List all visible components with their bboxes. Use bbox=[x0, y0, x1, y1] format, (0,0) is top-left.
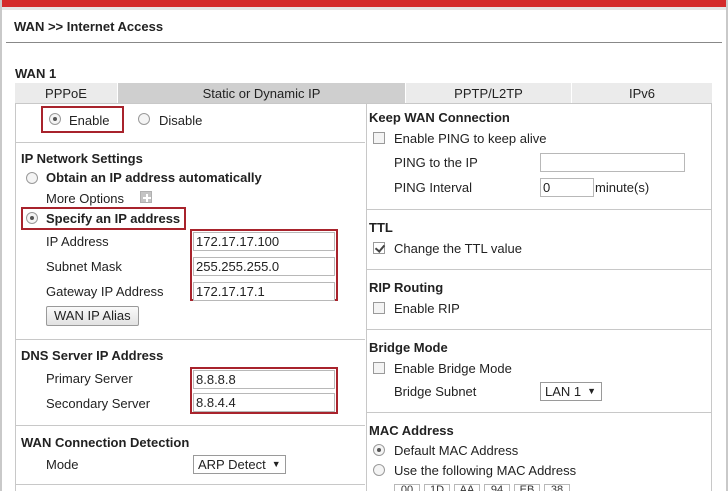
subnet-mask-input[interactable]: 255.255.255.0 bbox=[193, 257, 335, 276]
mode-label: Mode bbox=[46, 457, 79, 472]
ping-ip-input[interactable] bbox=[540, 153, 685, 172]
section-divider bbox=[367, 209, 711, 210]
section-divider bbox=[367, 329, 711, 330]
mac-title: MAC Address bbox=[369, 423, 454, 438]
section-divider bbox=[16, 425, 365, 426]
enable-radio[interactable] bbox=[49, 113, 61, 125]
tab-pppoe[interactable]: PPPoE bbox=[15, 83, 118, 103]
mac-byte-input[interactable]: 00 bbox=[394, 484, 420, 491]
ip-settings-title: IP Network Settings bbox=[21, 151, 143, 166]
tab-pptp-l2tp[interactable]: PPTP/L2TP bbox=[406, 83, 572, 103]
mac-default-radio[interactable] bbox=[373, 444, 385, 456]
subnet-mask-label: Subnet Mask bbox=[46, 259, 122, 274]
breadcrumb: WAN >> Internet Access bbox=[14, 19, 164, 34]
primary-server-input[interactable]: 8.8.8.8 bbox=[193, 370, 335, 389]
rip-label: Enable RIP bbox=[394, 301, 460, 316]
bridge-subnet-value: LAN 1 bbox=[545, 384, 582, 399]
wan-tab-bar: PPPoE Static or Dynamic IP PPTP/L2TP IPv… bbox=[15, 83, 712, 103]
ip-address-input[interactable]: 172.17.17.100 bbox=[193, 232, 335, 251]
keep-wan-title: Keep WAN Connection bbox=[369, 110, 510, 125]
ping-interval-unit: minute(s) bbox=[595, 180, 650, 195]
chevron-down-icon: ▼ bbox=[271, 459, 281, 469]
ping-ip-label: PING to the IP bbox=[394, 155, 478, 170]
bridge-enable-label: Enable Bridge Mode bbox=[394, 361, 512, 376]
column-divider bbox=[366, 103, 367, 491]
section-divider bbox=[16, 484, 365, 485]
disable-label: Disable bbox=[159, 113, 203, 128]
bridge-title: Bridge Mode bbox=[369, 340, 448, 355]
more-options-label[interactable]: More Options bbox=[46, 191, 124, 206]
secondary-server-label: Secondary Server bbox=[46, 396, 151, 411]
wan-section-label: WAN 1 bbox=[15, 66, 57, 81]
section-divider bbox=[16, 339, 365, 340]
mac-byte-input[interactable]: 1D bbox=[424, 484, 450, 491]
title-divider bbox=[6, 42, 722, 43]
secondary-server-input[interactable]: 8.8.4.4 bbox=[193, 393, 335, 412]
obtain-auto-radio[interactable] bbox=[26, 172, 38, 184]
specify-ip-label: Specify an IP address bbox=[46, 211, 181, 226]
mac-byte-input[interactable]: EB bbox=[514, 484, 540, 491]
tab-ipv6[interactable]: IPv6 bbox=[572, 83, 712, 103]
mode-select[interactable]: ARP Detect ▼ bbox=[193, 455, 286, 474]
rip-checkbox[interactable] bbox=[373, 302, 385, 314]
mac-byte-input[interactable]: 94 bbox=[484, 484, 510, 491]
ttl-label: Change the TTL value bbox=[394, 241, 522, 256]
detection-title: WAN Connection Detection bbox=[21, 435, 190, 450]
ping-interval-label: PING Interval bbox=[394, 180, 473, 195]
mac-custom-label: Use the following MAC Address bbox=[394, 463, 577, 478]
section-divider bbox=[367, 269, 711, 270]
enable-label: Enable bbox=[69, 113, 110, 128]
gateway-label: Gateway IP Address bbox=[46, 284, 164, 299]
ping-interval-input[interactable]: 0 bbox=[540, 178, 594, 197]
bridge-subnet-select[interactable]: LAN 1 ▼ bbox=[540, 382, 602, 401]
obtain-auto-label: Obtain an IP address automatically bbox=[46, 170, 262, 185]
primary-server-label: Primary Server bbox=[46, 371, 133, 386]
rip-title: RIP Routing bbox=[369, 280, 444, 295]
ttl-title: TTL bbox=[369, 220, 393, 235]
bridge-checkbox[interactable] bbox=[373, 362, 385, 374]
bridge-subnet-label: Bridge Subnet bbox=[394, 384, 477, 399]
wan-ip-alias-button[interactable]: WAN IP Alias bbox=[46, 306, 139, 326]
ping-enable-checkbox[interactable] bbox=[373, 132, 385, 144]
ip-address-label: IP Address bbox=[46, 234, 109, 249]
dns-title: DNS Server IP Address bbox=[21, 348, 164, 363]
specify-ip-radio[interactable] bbox=[26, 212, 38, 224]
disable-radio[interactable] bbox=[138, 113, 150, 125]
mac-custom-radio[interactable] bbox=[373, 464, 385, 476]
plus-icon[interactable] bbox=[140, 191, 152, 203]
ttl-checkbox[interactable] bbox=[373, 242, 385, 254]
mode-select-value: ARP Detect bbox=[198, 457, 266, 472]
mac-default-label: Default MAC Address bbox=[394, 443, 519, 458]
chevron-down-icon: ▼ bbox=[587, 386, 597, 396]
mac-byte-input[interactable]: AA bbox=[454, 484, 480, 491]
tab-static-dynamic-ip[interactable]: Static or Dynamic IP bbox=[118, 83, 406, 103]
gateway-input[interactable]: 172.17.17.1 bbox=[193, 282, 335, 301]
section-divider bbox=[367, 412, 711, 413]
ping-enable-label: Enable PING to keep alive bbox=[394, 131, 547, 146]
mac-byte-input[interactable]: 38 bbox=[544, 484, 570, 491]
section-divider bbox=[16, 142, 365, 143]
